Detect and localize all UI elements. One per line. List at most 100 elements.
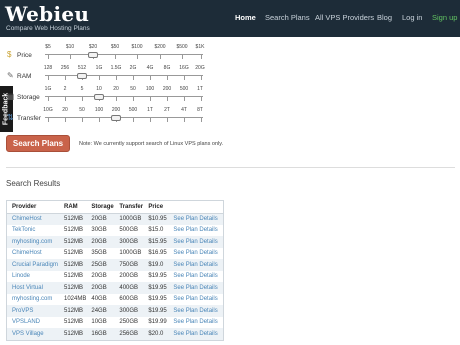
transfer-slider[interactable] [45, 115, 203, 122]
storage-filter: ▤ Storage 1G 2 5 10 20 50 100 200 500 1T [5, 85, 205, 107]
cell-transfer: 500GB [119, 227, 139, 234]
cell-ram: 512MB [64, 319, 84, 326]
nav-all-vps-providers[interactable]: All VPS Providers [315, 13, 374, 22]
column-header-price[interactable]: Price [143, 201, 169, 214]
nav-home[interactable]: Home [235, 13, 256, 22]
transfer-slider-handle[interactable] [111, 115, 121, 121]
storage-tick: 10 [96, 86, 102, 92]
storage-slider[interactable] [45, 94, 203, 101]
cell-transfer: 1000GB [119, 250, 142, 257]
cell-price: $16.95 [148, 250, 167, 257]
price-tick-labels: $5 $10 $20 $50 $100 $200 $500 $1K [45, 43, 205, 52]
cell-transfer: 750GB [114, 259, 144, 271]
transfer-tick-labels: 10G 20 50 100 200 500 1T 2T 4T 8T [43, 106, 205, 115]
storage-slider-handle[interactable] [94, 94, 104, 100]
cell-provider[interactable]: myhosting.com [7, 236, 59, 248]
see-plan-details-link[interactable]: See Plan Details [168, 317, 223, 329]
cell-transfer: 300GB [114, 236, 144, 248]
table-row: VPS Village 512MB 16GB 256GB $20.0 See Plan D… [7, 328, 223, 340]
see-plan-details-link[interactable]: See Plan Details [168, 259, 223, 271]
money-icon: $ [7, 50, 12, 59]
table-row: Linode 512MB 20GB 200GB $19.95 See Plan Detai… [7, 271, 223, 283]
price-tick: $100 [131, 44, 143, 50]
storage-tick: 20 [113, 86, 119, 92]
column-header-ram[interactable]: RAM [59, 201, 87, 214]
site-logo[interactable]: Webieu [5, 2, 89, 26]
cell-provider[interactable]: ProVPS [7, 305, 59, 317]
cell-provider[interactable]: Host Virtual [7, 282, 59, 294]
nav-blog[interactable]: Blog [377, 13, 392, 22]
storage-label: Storage [17, 94, 40, 101]
cell-ram: 512MB [59, 305, 87, 317]
cell-provider[interactable]: VPSLAND [7, 317, 59, 329]
cell-provider[interactable]: Linode [7, 271, 59, 283]
nav-sign-up[interactable]: Sign up [432, 13, 457, 22]
ram-tick: 256 [60, 65, 70, 71]
price-tick: $20 [88, 44, 98, 50]
storage-tick: 1G [44, 86, 52, 92]
see-plan-details-link[interactable]: See Plan Details [168, 305, 223, 317]
wrench-icon: ✎ [7, 71, 14, 80]
see-plan-details-link[interactable]: See Plan Details [168, 236, 223, 248]
see-plan-details-link[interactable]: See Plan Details [168, 282, 223, 294]
see-plan-details-link[interactable]: See Plan Details [168, 328, 223, 340]
storage-tick: 50 [130, 86, 136, 92]
cell-provider[interactable]: ChimeHost [7, 213, 59, 225]
cell-storage: 24GB [86, 305, 115, 317]
cell-price: $20.0 [143, 328, 169, 340]
price-slider-handle[interactable] [88, 52, 98, 58]
cell-provider[interactable]: TekTonic [7, 225, 59, 237]
cell-ram: 512MB [64, 250, 84, 257]
section-divider [6, 167, 455, 168]
price-tick: $50 [110, 44, 120, 50]
transfer-tick: 500 [128, 107, 138, 113]
storage-tick: 200 [162, 86, 172, 92]
cell-transfer: 300GB [114, 305, 144, 317]
cell-price: $19.95 [143, 282, 169, 294]
ram-slider[interactable] [45, 73, 203, 80]
cell-provider[interactable]: Crucial Paradigm [7, 259, 59, 271]
transfer-tick: 10G [43, 107, 53, 113]
column-header-provider[interactable]: Provider [7, 201, 59, 214]
ram-tick: 1G [95, 65, 103, 71]
table-row: ProVPS 512MB 24GB 300GB $19.95 See Plan Detai… [7, 305, 223, 317]
transfer-tick: 8T [197, 107, 203, 113]
see-plan-details-link[interactable]: See Plan Details [168, 271, 223, 283]
ram-tick: 1.5G [110, 65, 122, 71]
ram-slider-handle[interactable] [77, 73, 87, 79]
ram-tick: 512 [77, 65, 87, 71]
ram-tick: 4G [146, 65, 154, 71]
see-plan-details-link[interactable]: See Plan Details [168, 294, 223, 306]
see-plan-details-link[interactable]: See Plan Details [168, 213, 223, 225]
transfer-tick: 50 [79, 107, 85, 113]
cell-provider[interactable]: VPS Village [7, 328, 59, 340]
price-slider[interactable] [45, 52, 203, 59]
see-plan-details-link[interactable]: See Plan Details [168, 225, 223, 237]
cell-ram: 1024MB [64, 296, 87, 303]
transfer-tick: 200 [111, 107, 121, 113]
ram-tick: 128 [43, 65, 53, 71]
cell-price: $19.99 [148, 319, 167, 326]
column-header-transfer[interactable]: Transfer [114, 201, 144, 214]
storage-tick-labels: 1G 2 5 10 20 50 100 200 500 1T [45, 85, 205, 94]
table-row: VPSLAND 512MB 10GB 250GB $19.99 See Plan Deta… [7, 317, 223, 329]
cell-storage: 20GB [86, 236, 115, 248]
cell-provider[interactable]: myhosting.com [7, 294, 59, 306]
nav-log-in[interactable]: Log in [402, 13, 422, 22]
cell-price: $19.95 [143, 305, 169, 317]
cell-storage: 25GB [86, 259, 115, 271]
table-row: ChimeHost 512MB 35GB 1000GB $16.95 See Plan D… [7, 248, 223, 260]
nav-search-plans[interactable]: Search Plans [265, 13, 310, 22]
search-plans-button[interactable]: Search Plans [6, 135, 70, 152]
cell-provider[interactable]: ChimeHost [7, 248, 59, 260]
ram-filter: ✎ RAM 128 256 512 1G 1.5G 2G 4G 8G 16G 2… [5, 64, 205, 86]
see-plan-details-link[interactable]: See Plan Details [168, 248, 223, 260]
storage-tick: 500 [179, 86, 189, 92]
column-header-storage[interactable]: Storage [86, 201, 115, 214]
disk-icon: ▤ [7, 92, 15, 101]
cell-transfer: 200GB [119, 273, 139, 280]
transfer-tick: 1T [147, 107, 153, 113]
linux-vps-note: Note: We currently support search of Lin… [79, 141, 224, 147]
ram-label: RAM [17, 73, 32, 80]
ram-tick: 20G [195, 65, 205, 71]
